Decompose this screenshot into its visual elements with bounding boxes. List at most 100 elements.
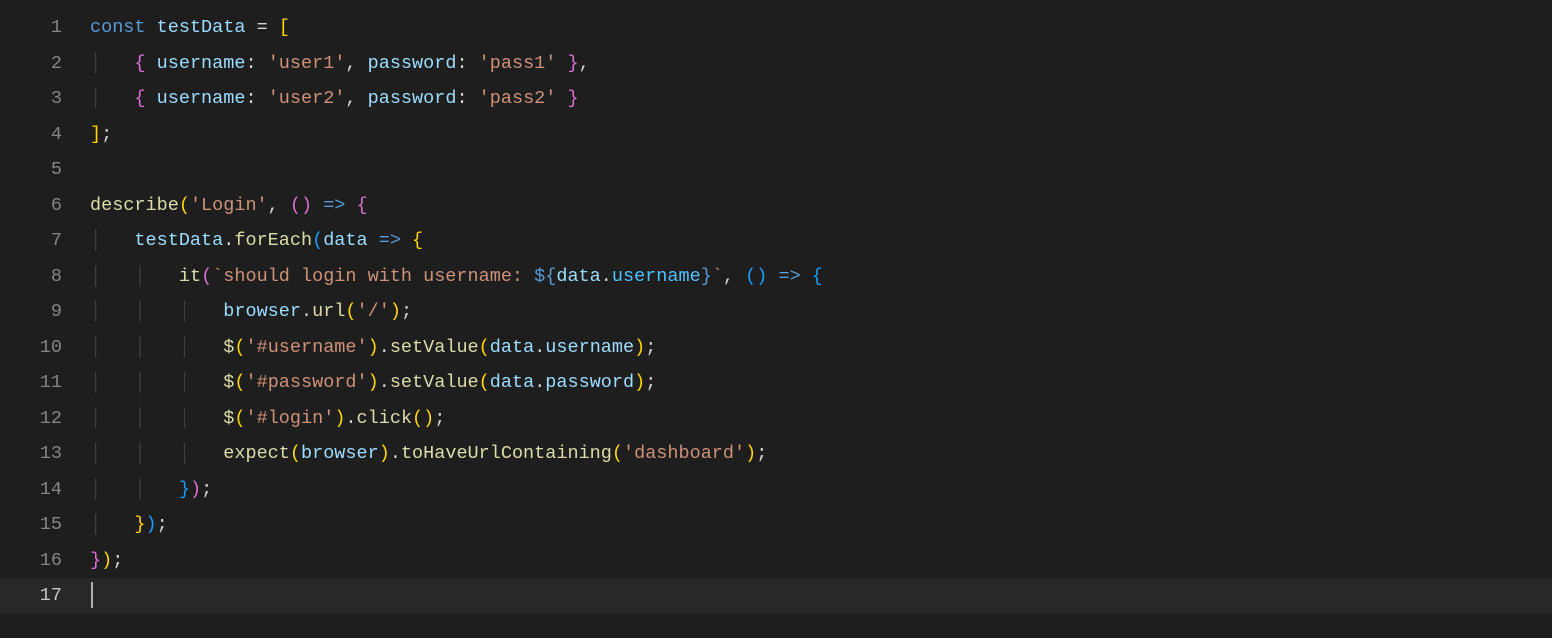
- token-fn: url: [312, 301, 345, 322]
- token-str: `: [712, 266, 723, 287]
- token-brk1: (: [479, 337, 490, 358]
- token-plain: ;: [157, 514, 168, 535]
- indent-guide: │: [90, 443, 134, 464]
- token-brk1: (: [345, 301, 356, 322]
- token-plain: .: [534, 337, 545, 358]
- indent-guide: │: [90, 408, 134, 429]
- token-fn: setValue: [390, 372, 479, 393]
- token-brk1: ): [745, 443, 756, 464]
- token-brk1: ]: [90, 124, 101, 145]
- token-plain: .: [379, 372, 390, 393]
- token-id: username: [157, 88, 246, 109]
- code-content[interactable]: │ { username: 'user1', password: 'pass1'…: [90, 46, 590, 82]
- token-fn: setValue: [390, 337, 479, 358]
- indent-guide: │: [134, 443, 178, 464]
- code-content[interactable]: │ testData.forEach(data => {: [90, 223, 423, 259]
- code-line[interactable]: 9│ │ │ browser.url('/');: [0, 294, 1552, 330]
- token-str: 'user1': [268, 53, 346, 74]
- token-brk3: ): [146, 514, 157, 535]
- indent-guide: │: [134, 337, 178, 358]
- token-plain: ,: [345, 88, 367, 109]
- code-line[interactable]: 6describe('Login', () => {: [0, 188, 1552, 224]
- code-content[interactable]: │ });: [90, 507, 168, 543]
- token-id: browser: [223, 301, 301, 322]
- code-line[interactable]: 7│ testData.forEach(data => {: [0, 223, 1552, 259]
- token-id: data: [490, 372, 534, 393]
- token-kw: =>: [323, 195, 345, 216]
- code-content[interactable]: const testData = [: [90, 10, 290, 46]
- indent-guide: │: [134, 301, 178, 322]
- token-kw: =>: [778, 266, 800, 287]
- token-plain: ;: [645, 372, 656, 393]
- code-content[interactable]: ];: [90, 117, 112, 153]
- code-content[interactable]: │ │ │ $('#login').click();: [90, 401, 445, 437]
- code-content[interactable]: │ │ │ $('#username').setValue(data.usern…: [90, 330, 656, 366]
- code-line[interactable]: 11│ │ │ $('#password').setValue(data.pas…: [0, 365, 1552, 401]
- token-plain: .: [379, 337, 390, 358]
- code-content[interactable]: │ │ │ expect(browser).toHaveUrlContainin…: [90, 436, 767, 472]
- code-line[interactable]: 8│ │ it(`should login with username: ${d…: [0, 259, 1552, 295]
- indent-guide: │: [134, 266, 178, 287]
- line-number: 6: [0, 188, 90, 224]
- token-plain: [468, 88, 479, 109]
- token-id: username: [157, 53, 246, 74]
- token-brk2: ): [301, 195, 312, 216]
- token-plain: ,: [345, 53, 367, 74]
- line-number: 10: [0, 330, 90, 366]
- token-brk1: ): [634, 337, 645, 358]
- token-brk3: {: [812, 266, 823, 287]
- line-number: 7: [0, 223, 90, 259]
- code-line[interactable]: 14│ │ });: [0, 472, 1552, 508]
- token-plain: ;: [434, 408, 445, 429]
- token-brk1: (: [412, 408, 423, 429]
- token-str: 'pass2': [479, 88, 557, 109]
- token-fn: $: [223, 337, 234, 358]
- code-content[interactable]: });: [90, 543, 123, 579]
- token-plain: ;: [201, 479, 212, 500]
- token-plain: [556, 88, 567, 109]
- code-line[interactable]: 4];: [0, 117, 1552, 153]
- token-brk2: ): [190, 479, 201, 500]
- code-editor[interactable]: 1const testData = [2│ { username: 'user1…: [0, 0, 1552, 614]
- code-content[interactable]: │ { username: 'user2', password: 'pass2'…: [90, 81, 579, 117]
- code-content[interactable]: │ │ it(`should login with username: ${da…: [90, 259, 823, 295]
- indent-guide: │: [179, 408, 223, 429]
- indent-guide: │: [90, 337, 134, 358]
- token-kw: ${: [534, 266, 556, 287]
- token-plain: [245, 17, 256, 38]
- token-brk1: ): [101, 550, 112, 571]
- code-content[interactable]: │ │ });: [90, 472, 212, 508]
- code-content[interactable]: │ │ │ $('#password').setValue(data.passw…: [90, 365, 656, 401]
- token-plain: [556, 53, 567, 74]
- token-brk1: (: [290, 443, 301, 464]
- code-line[interactable]: 12│ │ │ $('#login').click();: [0, 401, 1552, 437]
- token-brk2: {: [134, 88, 145, 109]
- code-content[interactable]: │ │ │ browser.url('/');: [90, 294, 412, 330]
- token-brk1: (: [612, 443, 623, 464]
- token-str: '/': [357, 301, 390, 322]
- token-plain: [401, 230, 412, 251]
- token-id: password: [368, 88, 457, 109]
- code-content[interactable]: describe('Login', () => {: [90, 188, 368, 224]
- indent-guide: │: [90, 301, 134, 322]
- code-line[interactable]: 16});: [0, 543, 1552, 579]
- token-brk1: (: [479, 372, 490, 393]
- code-line[interactable]: 17: [0, 578, 1552, 614]
- indent-guide: │: [90, 230, 134, 251]
- token-id: data: [323, 230, 367, 251]
- token-id: data: [556, 266, 600, 287]
- code-line[interactable]: 3│ { username: 'user2', password: 'pass2…: [0, 81, 1552, 117]
- token-kw: const: [90, 17, 157, 38]
- code-line[interactable]: 13│ │ │ expect(browser).toHaveUrlContain…: [0, 436, 1552, 472]
- code-line[interactable]: 10│ │ │ $('#username').setValue(data.use…: [0, 330, 1552, 366]
- token-plain: ;: [101, 124, 112, 145]
- code-line[interactable]: 5: [0, 152, 1552, 188]
- token-plain: [268, 17, 279, 38]
- code-content[interactable]: [90, 578, 93, 614]
- token-plain: .: [345, 408, 356, 429]
- code-line[interactable]: 2│ { username: 'user1', password: 'pass1…: [0, 46, 1552, 82]
- code-line[interactable]: 1const testData = [: [0, 10, 1552, 46]
- line-number: 17: [0, 578, 90, 614]
- token-plain: ;: [645, 337, 656, 358]
- code-line[interactable]: 15│ });: [0, 507, 1552, 543]
